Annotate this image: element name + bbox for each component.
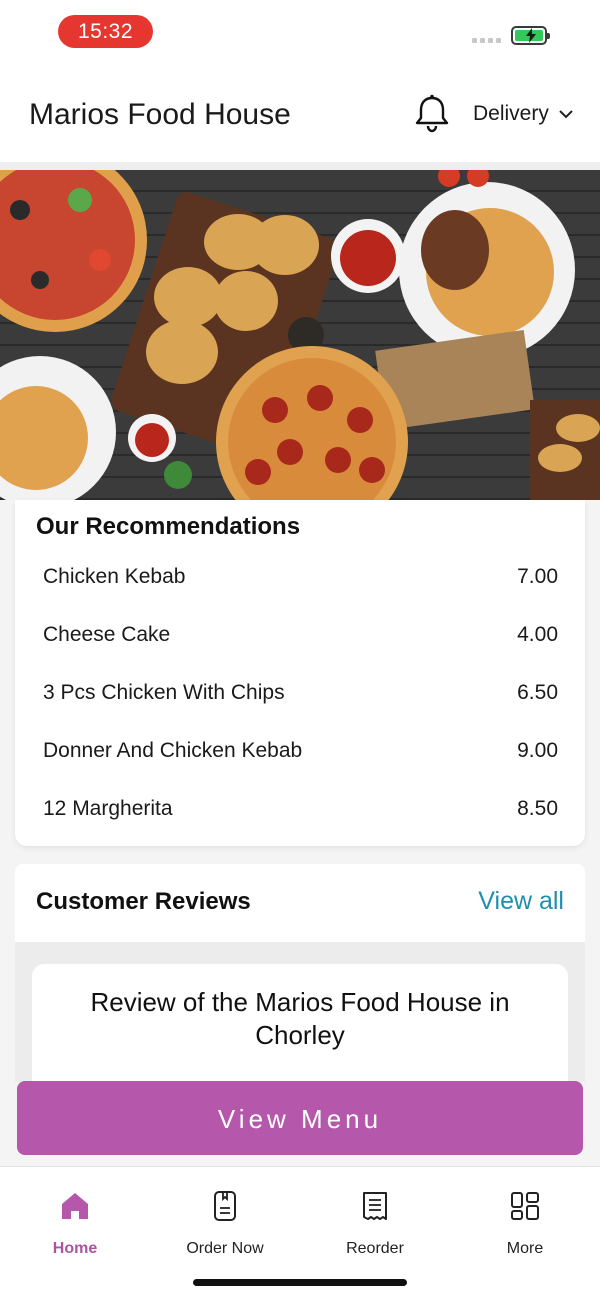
home-indicator <box>193 1279 407 1286</box>
tab-order-now[interactable]: Order Now <box>150 1189 300 1258</box>
item-name: Donner And Chicken Kebab <box>43 739 303 762</box>
recommendation-item[interactable]: Chicken Kebab 7.00 <box>43 557 558 597</box>
receipt-icon <box>363 1192 387 1220</box>
recommendations-title: Our Recommendations <box>36 513 301 540</box>
item-name: 12 Margherita <box>43 797 173 820</box>
tab-label: Home <box>52 1240 98 1257</box>
view-menu-button[interactable]: View Menu <box>17 1081 583 1155</box>
reviews-list: Review of the Marios Food House in Chorl… <box>15 942 585 1104</box>
recommendation-item[interactable]: Donner And Chicken Kebab 9.00 <box>43 731 558 771</box>
signal-icon <box>472 38 501 43</box>
tab-reorder[interactable]: Reorder <box>300 1189 450 1258</box>
hero-banner-image <box>0 170 600 500</box>
reviews-title: Customer Reviews <box>36 888 251 915</box>
status-time: 15:32 <box>58 15 153 48</box>
item-name: Cheese Cake <box>43 623 171 646</box>
recommendation-item[interactable]: 3 Pcs Chicken With Chips 6.50 <box>43 673 558 713</box>
recommendation-item[interactable]: 12 Margherita 8.50 <box>43 789 558 829</box>
recommendation-item[interactable]: Cheese Cake 4.00 <box>43 615 558 655</box>
item-price: 4.00 <box>517 623 558 646</box>
tab-label: Order Now <box>186 1240 264 1257</box>
tab-home[interactable]: Home <box>0 1189 150 1258</box>
item-price: 8.50 <box>517 797 558 820</box>
item-price: 7.00 <box>517 565 558 588</box>
grid-icon <box>511 1192 539 1220</box>
view-all-reviews-link[interactable]: View all <box>478 887 564 916</box>
customer-reviews-header: Customer Reviews View all <box>15 864 585 942</box>
battery-icon <box>511 26 550 45</box>
order-icon <box>214 1191 236 1221</box>
tab-more[interactable]: More <box>450 1189 600 1258</box>
status-bar: 15:32 <box>0 0 600 64</box>
bell-icon[interactable] <box>411 92 453 134</box>
chevron-down-icon <box>559 109 573 118</box>
home-icon <box>62 1193 88 1219</box>
restaurant-name: Marios Food House <box>29 98 291 131</box>
review-heading: Review of the Marios Food House in Chorl… <box>90 987 510 1050</box>
header-divider <box>0 162 600 170</box>
item-name: Chicken Kebab <box>43 565 186 588</box>
delivery-mode-label: Delivery <box>473 102 549 125</box>
recommendations-card: Our Recommendations Chicken Kebab 7.00 C… <box>15 500 585 846</box>
tab-label: Reorder <box>346 1240 404 1257</box>
item-price: 6.50 <box>517 681 558 704</box>
item-name: 3 Pcs Chicken With Chips <box>43 681 285 704</box>
app-header: Marios Food House Delivery <box>0 64 600 162</box>
item-price: 9.00 <box>517 739 558 762</box>
delivery-mode-selector[interactable]: Delivery <box>473 102 573 126</box>
tab-label: More <box>506 1240 544 1257</box>
